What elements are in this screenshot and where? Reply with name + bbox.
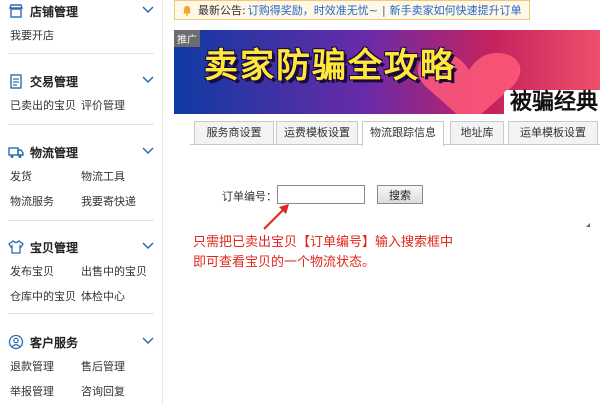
section-store-title: 店铺管理 — [30, 4, 79, 19]
sidebar-item-logistics-tools[interactable]: 物流工具 — [81, 168, 125, 184]
section-goods-header[interactable]: 宝贝管理 — [8, 238, 158, 256]
sidebar-item-publish[interactable]: 发布宝贝 — [10, 263, 54, 279]
instruction-line-1: 只需把已卖出宝贝【订单编号】输入搜索框中 — [193, 235, 454, 250]
sidebar-item-open-store[interactable]: 我要开店 — [10, 27, 54, 43]
tab-waybill-template[interactable]: 运单模板设置 — [508, 121, 598, 144]
sidebar-item-warehouse[interactable]: 仓库中的宝贝 — [10, 288, 76, 304]
instruction-line-2: 即可查看宝贝的一个物流状态。 — [193, 255, 376, 270]
tab-shipping-template[interactable]: 运费模板设置 — [276, 121, 358, 144]
chevron-down-icon[interactable] — [142, 335, 154, 345]
tab-address-book[interactable]: 地址库 — [450, 121, 504, 144]
section-service-header[interactable]: 客户服务 — [8, 333, 158, 351]
ad-tag: 推广 — [174, 30, 200, 47]
chevron-down-icon[interactable] — [142, 145, 154, 155]
divider — [8, 313, 154, 314]
clipboard-icon — [10, 74, 22, 89]
sidebar-item-health-check[interactable]: 体检中心 — [81, 288, 125, 304]
sidebar-item-inquiries[interactable]: 咨询回复 — [81, 383, 125, 399]
search-button[interactable]: 搜索 — [377, 185, 423, 204]
announcement-link-new-seller[interactable]: 新手卖家如何快速提升订单 — [390, 2, 522, 18]
tab-bar: 服务商设置 运费模板设置 物流跟踪信息 地址库 运单模板设置 — [190, 121, 600, 146]
section-store-header[interactable]: 店铺管理 — [8, 2, 158, 20]
divider — [8, 53, 154, 54]
truck-icon — [8, 147, 24, 158]
scroll-indicator — [586, 223, 590, 227]
sidebar-item-on-sale[interactable]: 出售中的宝贝 — [81, 263, 147, 279]
sidebar-item-ship[interactable]: 发货 — [10, 168, 32, 184]
sidebar-item-reports[interactable]: 举报管理 — [10, 383, 54, 399]
sidebar-item-reviews[interactable]: 评价管理 — [81, 97, 125, 113]
sidebar-item-sold-items[interactable]: 已卖出的宝贝 — [10, 97, 76, 113]
sidebar-item-logistics-service[interactable]: 物流服务 — [10, 193, 54, 209]
shirt-icon — [8, 240, 24, 254]
sidebar-item-refunds[interactable]: 退款管理 — [10, 358, 54, 374]
section-trade-header[interactable]: 交易管理 — [8, 72, 158, 90]
section-goods-title: 宝贝管理 — [30, 240, 79, 255]
tab-service-provider[interactable]: 服务商设置 — [194, 121, 274, 144]
arrow-icon — [263, 204, 289, 230]
chevron-down-icon[interactable] — [142, 74, 154, 84]
instruction-annotation: 只需把已卖出宝贝【订单编号】输入搜索框中 即可查看宝贝的一个物流状态。 — [193, 233, 513, 273]
tab-logistics-tracking[interactable]: 物流跟踪信息 — [362, 121, 444, 146]
divider — [8, 220, 154, 221]
sidebar-item-after-sales[interactable]: 售后管理 — [81, 358, 125, 374]
store-icon — [9, 4, 23, 18]
announcement-separator: | — [381, 3, 386, 17]
announcement-label: 最新公告: — [198, 4, 246, 17]
section-service-title: 客户服务 — [30, 335, 79, 350]
promo-banner[interactable]: 推广 卖家防骗全攻略 被骗经典 — [174, 30, 600, 114]
announcement-bar: 最新公告: 订购得奖励，时效准无忧~ | 新手卖家如何快速提升订单 — [174, 0, 530, 20]
section-logistics-title: 物流管理 — [30, 145, 79, 160]
user-icon — [8, 334, 24, 350]
divider — [8, 124, 154, 125]
sidebar: 店铺管理 我要开店 交易管理 已卖出的宝贝 评价管理 物流管理 发货 物流工具 … — [0, 0, 163, 405]
sidebar-item-send-express[interactable]: 我要寄快递 — [81, 193, 136, 209]
bell-icon — [183, 6, 191, 16]
announcement-link-reward[interactable]: 订购得奖励，时效准无忧~ — [248, 2, 378, 18]
chevron-down-icon[interactable] — [142, 240, 154, 250]
section-trade-title: 交易管理 — [30, 74, 79, 89]
chevron-down-icon[interactable] — [142, 4, 154, 14]
section-logistics-header[interactable]: 物流管理 — [8, 143, 158, 161]
banner-subtitle: 被骗经典 — [504, 90, 600, 114]
banner-headline: 卖家防骗全攻略 — [204, 46, 456, 86]
